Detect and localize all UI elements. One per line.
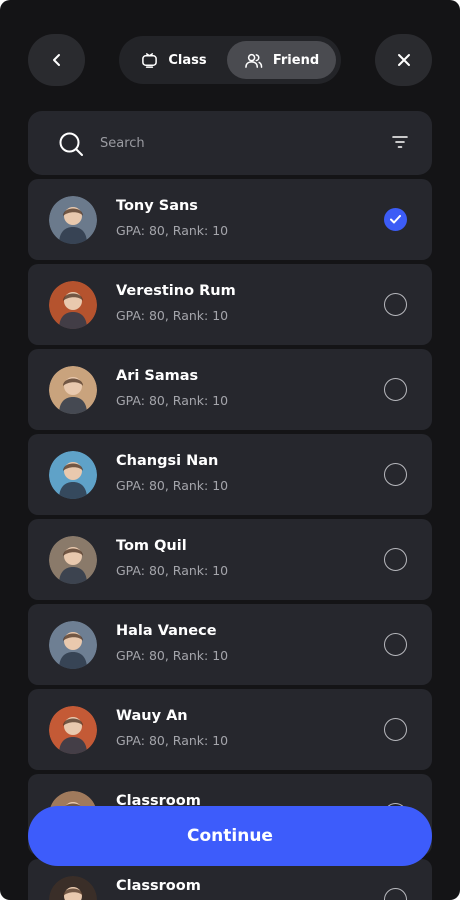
tab-friend-label: Friend [272, 52, 320, 68]
friend-list: Tony Sans GPA: 80, Rank: 10 Verestino Rum G… [28, 179, 432, 900]
close-button[interactable] [375, 34, 432, 86]
radio-button[interactable] [384, 718, 407, 741]
avatar [49, 451, 97, 499]
list-item[interactable]: Verestino Rum GPA: 80, Rank: 10 [28, 264, 432, 345]
item-name: Tony Sans [116, 198, 198, 214]
radio-button[interactable] [384, 378, 407, 401]
list-item[interactable]: Hala Vanece GPA: 80, Rank: 10 [28, 604, 432, 685]
close-icon [397, 54, 410, 66]
item-subtitle: GPA: 80, Rank: 10 [116, 223, 229, 238]
item-name: Hala Vanece [116, 623, 217, 639]
avatar [49, 621, 97, 669]
avatar [49, 281, 97, 329]
chevron-left-icon [52, 54, 60, 66]
radio-checked[interactable] [384, 208, 407, 231]
item-name: Changsi Nan [116, 453, 219, 469]
item-subtitle: GPA: 80, Rank: 10 [116, 393, 229, 408]
list-item[interactable]: Tom Quil GPA: 80, Rank: 10 [28, 519, 432, 600]
radio-button[interactable] [384, 633, 407, 656]
item-subtitle: GPA: 80, Rank: 10 [116, 648, 229, 663]
tv-icon [142, 52, 158, 68]
radio-button[interactable] [384, 293, 407, 316]
item-name: Ari Samas [116, 368, 199, 384]
avatar [49, 366, 97, 414]
screen: Class Friend Tony SansGPA: 80, Rank: 10V… [0, 0, 460, 900]
back-button[interactable] [28, 34, 85, 86]
list-item[interactable]: Ari Samas GPA: 80, Rank: 10 [28, 349, 432, 430]
list-item[interactable]: Tony Sans GPA: 80, Rank: 10 [28, 179, 432, 260]
item-name: Classroom [116, 878, 201, 894]
radio-button[interactable] [384, 463, 407, 486]
search-bar [28, 111, 432, 175]
radio-button[interactable] [384, 888, 407, 900]
item-subtitle: GPA: 80, Rank: 10 [116, 478, 229, 493]
check-icon [390, 215, 401, 224]
item-name: Wauy An [116, 708, 188, 724]
list-item[interactable]: Changsi Nan GPA: 80, Rank: 10 [28, 434, 432, 515]
tab-class[interactable]: Class [125, 41, 223, 79]
segmented-control: Class Friend [119, 36, 341, 84]
item-subtitle: GPA: 80, Rank: 10 [116, 733, 229, 748]
users-icon [245, 53, 263, 68]
avatar [49, 196, 97, 244]
continue-button[interactable]: Continue [28, 806, 432, 866]
search-icon [59, 132, 83, 156]
item-subtitle: GPA: 80, Rank: 10 [116, 308, 229, 323]
item-subtitle: GPA: 80, Rank: 10 [116, 563, 229, 578]
avatar [49, 876, 97, 900]
item-name: Tom Quil [116, 538, 187, 554]
radio-button[interactable] [384, 548, 407, 571]
item-name: Verestino Rum [116, 283, 236, 299]
avatar [49, 706, 97, 754]
filter-icon[interactable] [392, 135, 408, 149]
search-input[interactable] [100, 131, 360, 155]
list-item[interactable]: Wauy An GPA: 80, Rank: 10 [28, 689, 432, 770]
tab-friend[interactable]: Friend [227, 41, 336, 79]
avatar [49, 536, 97, 584]
tab-class-label: Class [168, 52, 207, 68]
